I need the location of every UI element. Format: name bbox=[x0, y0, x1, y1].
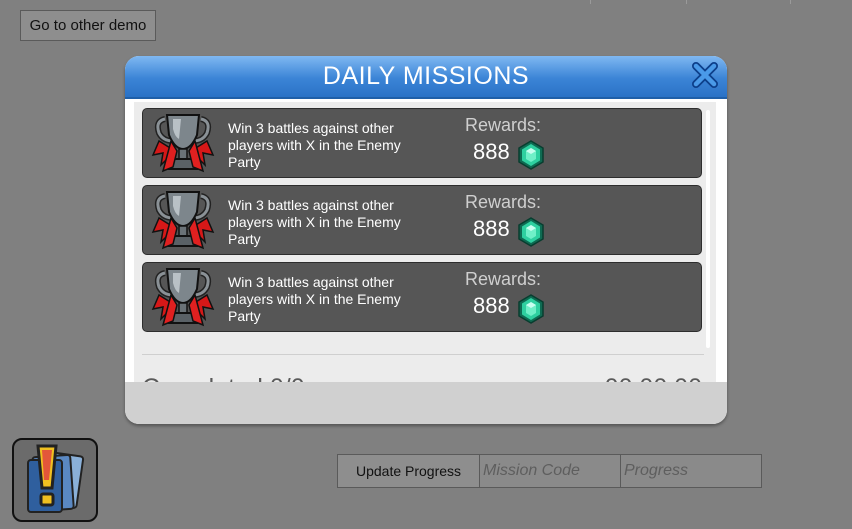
close-icon[interactable] bbox=[691, 61, 719, 89]
mission-list: Win 3 battles against other players with… bbox=[142, 108, 704, 339]
daily-missions-dialog: DAILY MISSIONS Win 3 battles against oth… bbox=[125, 56, 727, 424]
reward-amount: 888 bbox=[473, 139, 510, 164]
mission-row[interactable]: Win 3 battles against other players with… bbox=[142, 108, 702, 178]
missions-alert-button[interactable] bbox=[12, 438, 98, 522]
mission-row[interactable]: Win 3 battles against other players with… bbox=[142, 262, 702, 332]
rewards-label: Rewards: bbox=[465, 192, 542, 212]
top-divider bbox=[590, 0, 591, 4]
dialog-footer-band bbox=[125, 382, 727, 424]
trophy-icon bbox=[151, 111, 215, 175]
rewards-label: Rewards: bbox=[465, 115, 542, 135]
progress-form: Update Progress Mission Code Progress bbox=[337, 454, 762, 488]
gem-icon bbox=[516, 294, 546, 324]
dialog-header: DAILY MISSIONS bbox=[125, 56, 727, 99]
reward-amount: 888 bbox=[473, 293, 510, 318]
mission-code-input[interactable]: Mission Code bbox=[479, 454, 621, 488]
gem-icon bbox=[516, 217, 546, 247]
gem-icon bbox=[516, 140, 546, 170]
dialog-title: DAILY MISSIONS bbox=[322, 62, 530, 90]
mission-description: Win 3 battles against other players with… bbox=[228, 120, 401, 170]
rewards-label: Rewards: bbox=[465, 269, 542, 289]
update-progress-button[interactable]: Update Progress bbox=[337, 454, 480, 488]
scrollbar[interactable] bbox=[706, 110, 710, 348]
alert-book-icon bbox=[27, 444, 85, 513]
top-divider bbox=[790, 0, 791, 4]
missions-panel: Win 3 battles against other players with… bbox=[134, 102, 716, 424]
mission-description: Win 3 battles against other players with… bbox=[228, 274, 401, 324]
mission-row[interactable]: Win 3 battles against other players with… bbox=[142, 185, 702, 255]
divider bbox=[142, 354, 704, 355]
reward-amount: 888 bbox=[473, 216, 510, 241]
mission-description: Win 3 battles against other players with… bbox=[228, 197, 401, 247]
go-to-other-demo-button[interactable]: Go to other demo bbox=[20, 10, 156, 41]
top-divider bbox=[686, 0, 687, 4]
progress-input[interactable]: Progress bbox=[620, 454, 762, 488]
trophy-icon bbox=[151, 188, 215, 252]
trophy-icon bbox=[151, 265, 215, 329]
